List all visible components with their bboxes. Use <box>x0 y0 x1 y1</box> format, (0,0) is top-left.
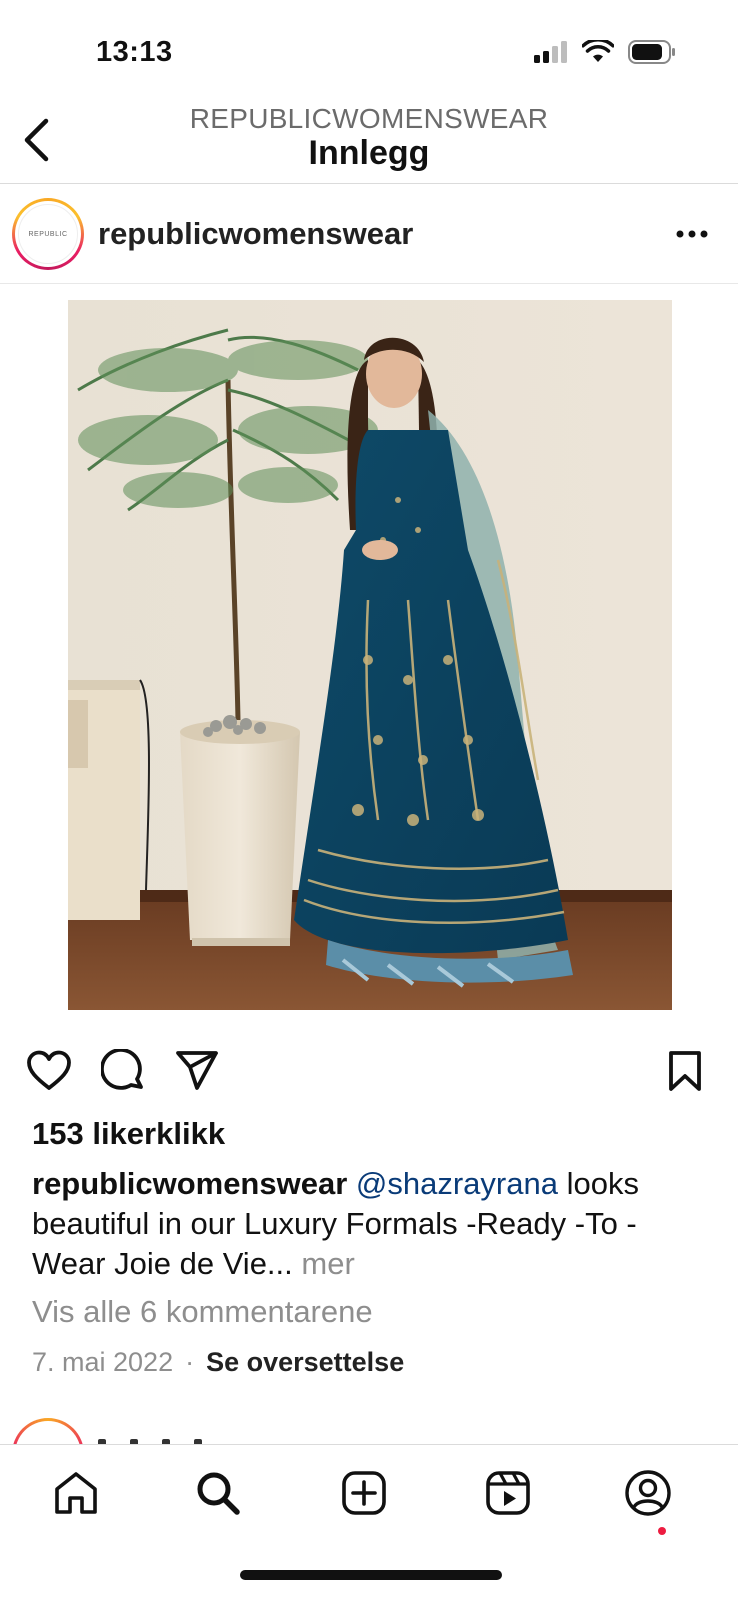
comment-button[interactable] <box>98 1046 148 1096</box>
post-meta-row: 7. mai 2022 · Se oversettelse <box>32 1347 404 1378</box>
post-photo <box>68 300 672 1010</box>
share-icon <box>176 1051 218 1090</box>
share-button[interactable] <box>172 1046 222 1096</box>
post-image[interactable] <box>68 300 672 1010</box>
post-header: REPUBLIC republicwomenswear <box>0 184 738 284</box>
status-icons <box>534 38 676 69</box>
battery-icon <box>628 40 676 69</box>
signal-icon <box>534 41 568 68</box>
profile-icon <box>625 1470 671 1516</box>
search-icon <box>197 1472 240 1515</box>
meta-separator: · <box>185 1347 195 1377</box>
reels-icon <box>486 1471 530 1515</box>
avatar[interactable]: REPUBLIC <box>12 198 84 270</box>
like-button[interactable] <box>24 1046 74 1096</box>
next-post-avatar[interactable] <box>12 1418 84 1444</box>
bookmark-icon <box>669 1051 701 1091</box>
caption-username[interactable]: republicwomenswear <box>32 1166 347 1201</box>
more-options-button[interactable] <box>672 220 712 248</box>
tab-home[interactable] <box>48 1465 104 1521</box>
nav-header: REPUBLICWOMENSWEAR Innlegg <box>0 100 738 184</box>
notification-dot <box>658 1527 666 1535</box>
tab-profile[interactable] <box>620 1465 676 1521</box>
bookmark-button[interactable] <box>660 1046 710 1096</box>
view-comments-link[interactable]: Vis alle 6 kommentarene <box>32 1294 373 1330</box>
new-post-icon <box>342 1471 386 1515</box>
heart-icon <box>27 1050 71 1090</box>
post-date: 7. mai 2022 <box>32 1347 174 1377</box>
status-bar: 13:13 <box>0 0 738 100</box>
page-title: Innlegg <box>308 134 430 172</box>
home-indicator <box>240 1570 502 1580</box>
comment-icon <box>101 1049 143 1090</box>
tab-search[interactable] <box>190 1465 246 1521</box>
post-action-bar <box>0 1046 738 1096</box>
post-caption: republicwomenswear @shazrayrana looks be… <box>32 1164 712 1284</box>
avatar-text: REPUBLIC <box>28 230 68 238</box>
avatar-logo: REPUBLIC <box>18 204 78 264</box>
status-time: 13:13 <box>96 36 173 68</box>
home-icon <box>55 1472 97 1514</box>
likes-count[interactable]: 153 likerklikk <box>32 1116 225 1152</box>
caption-more-link[interactable]: mer <box>293 1246 354 1281</box>
tab-reels[interactable] <box>480 1465 536 1521</box>
more-horizontal-icon <box>676 230 708 238</box>
tab-new-post[interactable] <box>336 1465 392 1521</box>
wifi-icon <box>581 38 615 69</box>
header-titles: REPUBLICWOMENSWEAR Innlegg <box>0 103 738 173</box>
header-account-name: REPUBLICWOMENSWEAR <box>189 103 549 134</box>
caption-mention[interactable]: @shazrayrana <box>356 1166 558 1201</box>
post-username[interactable]: republicwomenswear <box>98 216 413 252</box>
translate-link[interactable]: Se oversettelse <box>206 1347 404 1378</box>
